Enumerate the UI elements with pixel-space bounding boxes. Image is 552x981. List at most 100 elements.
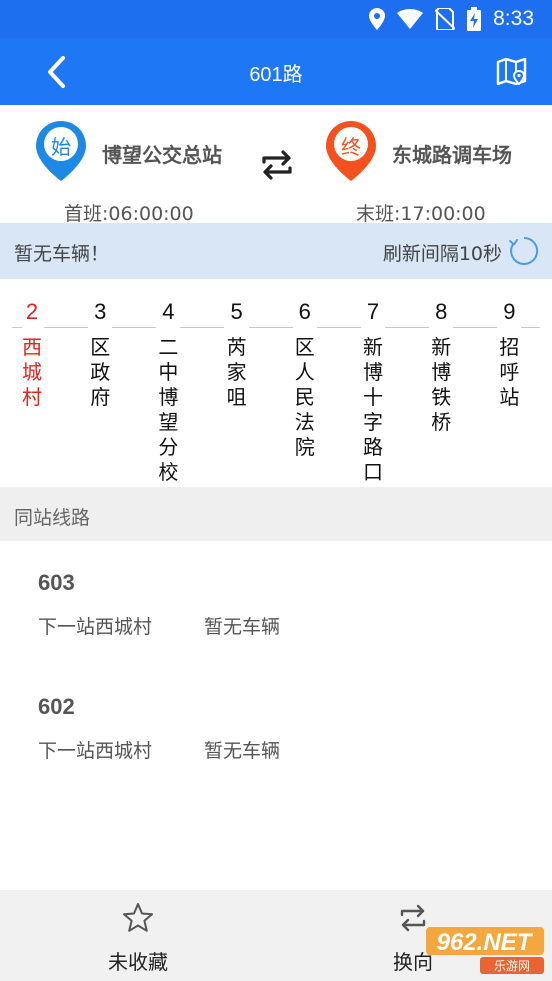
station-name-char: 分 bbox=[158, 435, 179, 459]
station-name-char: 法 bbox=[294, 410, 315, 434]
station-name-char: 字 bbox=[363, 410, 383, 434]
station-number: 3 bbox=[94, 299, 107, 324]
station-name-char: 二 bbox=[158, 335, 179, 359]
next-stop: 下一站西城村 bbox=[38, 740, 153, 762]
app-root: 8:33 601路 始 博望公交总站 首班:06:00:00 终 东城路调车场 … bbox=[0, 0, 552, 981]
station-name-char: 民 bbox=[294, 385, 315, 409]
map-icon bbox=[496, 57, 527, 86]
station-name-char: 咀 bbox=[226, 385, 247, 409]
station-name-char: 院 bbox=[294, 435, 315, 459]
station-name: 区人民法院 bbox=[293, 335, 317, 460]
station-item[interactable]: 8 新博铁桥 bbox=[407, 279, 475, 487]
station-item[interactable]: 4 二中博望分校 bbox=[134, 279, 202, 487]
map-button[interactable] bbox=[492, 52, 532, 92]
favorite-button[interactable]: 未收藏 bbox=[63, 890, 213, 981]
station-name-char: 校 bbox=[158, 460, 179, 484]
start-badge: 始 bbox=[51, 135, 71, 159]
station-item[interactable]: 9 招呼站 bbox=[475, 279, 543, 487]
site-watermark-logo: 962.NET 乐游网 bbox=[420, 925, 546, 975]
station-item[interactable]: 3 区政府 bbox=[66, 279, 134, 487]
station-number: 8 bbox=[435, 299, 448, 324]
same-station-header: 同站线路 bbox=[0, 487, 552, 541]
station-number: 2 bbox=[25, 299, 39, 324]
route-info: 始 博望公交总站 首班:06:00:00 终 东城路调车场 末班:17:00:0… bbox=[0, 105, 552, 225]
station-name-char: 村 bbox=[22, 385, 42, 409]
station-name-char: 西 bbox=[22, 335, 42, 359]
station-name-char: 城 bbox=[22, 360, 42, 384]
station-item[interactable]: 7 新博十字路口 bbox=[339, 279, 407, 487]
station-item[interactable]: 2 西城村 bbox=[0, 279, 66, 487]
watermark-graphic: 962.NET 乐游网 bbox=[426, 927, 544, 974]
route-line-segment bbox=[521, 327, 540, 328]
route-line-segment bbox=[12, 327, 22, 328]
station-name-char: 博 bbox=[431, 360, 452, 384]
station-name: 新博铁桥 bbox=[429, 335, 453, 435]
station-name-char: 招 bbox=[499, 335, 520, 359]
station-name-char: 中 bbox=[158, 360, 179, 384]
station-name-char: 家 bbox=[226, 360, 247, 384]
station-number: 7 bbox=[366, 299, 380, 324]
same-station-title: 同站线路 bbox=[14, 507, 91, 529]
wifi-icon bbox=[397, 9, 424, 29]
station-name-char: 站 bbox=[499, 385, 520, 409]
route-number: 602 bbox=[38, 694, 75, 719]
station-name-char: 博 bbox=[363, 360, 383, 384]
station-name: 区政府 bbox=[88, 335, 112, 410]
location-icon bbox=[369, 8, 386, 30]
station-number: 6 bbox=[298, 299, 311, 324]
station-name-char: 桥 bbox=[431, 410, 452, 434]
battery-charging-icon bbox=[467, 7, 482, 31]
station-name-char: 口 bbox=[363, 460, 383, 484]
start-stop-name: 博望公交总站 bbox=[102, 143, 222, 167]
route-vehicle-status: 暂无车辆 bbox=[204, 740, 281, 762]
route-card-603[interactable]: 603 下一站西城村 暂无车辆 bbox=[0, 570, 552, 680]
app-header: 601路 bbox=[0, 38, 552, 105]
station-name: 招呼站 bbox=[497, 335, 521, 410]
end-badge: 终 bbox=[341, 135, 361, 159]
no-sim-icon bbox=[435, 8, 456, 30]
station-name-char: 十 bbox=[363, 385, 383, 409]
station-name-char: 新 bbox=[363, 335, 383, 359]
station-name-char: 芮 bbox=[226, 335, 247, 359]
route-vehicle-status: 暂无车辆 bbox=[204, 616, 281, 638]
station-name: 西城村 bbox=[20, 335, 44, 410]
swap-icon[interactable] bbox=[258, 148, 296, 182]
status-bar: 8:33 bbox=[0, 0, 552, 38]
station-name: 新博十字路口 bbox=[361, 335, 385, 485]
station-name-char: 区 bbox=[294, 335, 315, 359]
next-stop: 下一站西城村 bbox=[38, 616, 153, 638]
station-name-char: 政 bbox=[90, 360, 111, 384]
refresh-interval: 刷新间隔10秒 bbox=[382, 243, 502, 265]
route-card-602[interactable]: 602 下一站西城村 暂无车辆 bbox=[0, 694, 552, 804]
svg-text:乐游网: 乐游网 bbox=[494, 959, 530, 973]
station-name-char: 区 bbox=[90, 335, 111, 359]
station-name-char: 博 bbox=[158, 385, 179, 409]
refresh-icon[interactable] bbox=[508, 235, 540, 267]
station-name: 二中博望分校 bbox=[156, 335, 180, 485]
star-icon bbox=[123, 903, 153, 932]
station-name-char: 府 bbox=[90, 385, 111, 409]
page-title: 601路 bbox=[249, 64, 303, 86]
station-item[interactable]: 6 区人民法院 bbox=[271, 279, 339, 487]
vehicle-status: 暂无车辆！ bbox=[14, 243, 110, 265]
station-item[interactable]: 5 芮家咀 bbox=[203, 279, 271, 487]
station-name-char: 望 bbox=[158, 410, 179, 434]
station-number: 9 bbox=[503, 299, 516, 324]
station-name: 芮家咀 bbox=[225, 335, 249, 410]
station-name-char: 人 bbox=[294, 360, 315, 384]
station-name-char: 铁 bbox=[431, 385, 452, 409]
refresh-bar: 暂无车辆！ 刷新间隔10秒 bbox=[0, 223, 552, 279]
end-stop-name: 东城路调车场 bbox=[392, 143, 512, 167]
favorite-label: 未收藏 bbox=[108, 950, 168, 974]
station-number: 4 bbox=[162, 299, 175, 324]
last-bus-time: 末班:17:00:00 bbox=[356, 203, 486, 225]
first-bus-time: 首班:06:00:00 bbox=[64, 203, 194, 225]
status-icons: 8:33 bbox=[369, 6, 534, 32]
station-name-char: 路 bbox=[363, 435, 383, 459]
station-name-char: 呼 bbox=[499, 360, 520, 384]
station-number: 5 bbox=[230, 299, 243, 324]
station-list: 2西城村3区政府4二中博望分校5芮家咀6区人民法院7新博十字路口8新博铁桥9招呼… bbox=[0, 279, 552, 487]
station-name-char: 新 bbox=[431, 335, 452, 359]
svg-text:962.NET: 962.NET bbox=[437, 929, 534, 956]
status-time: 8:33 bbox=[493, 7, 534, 30]
